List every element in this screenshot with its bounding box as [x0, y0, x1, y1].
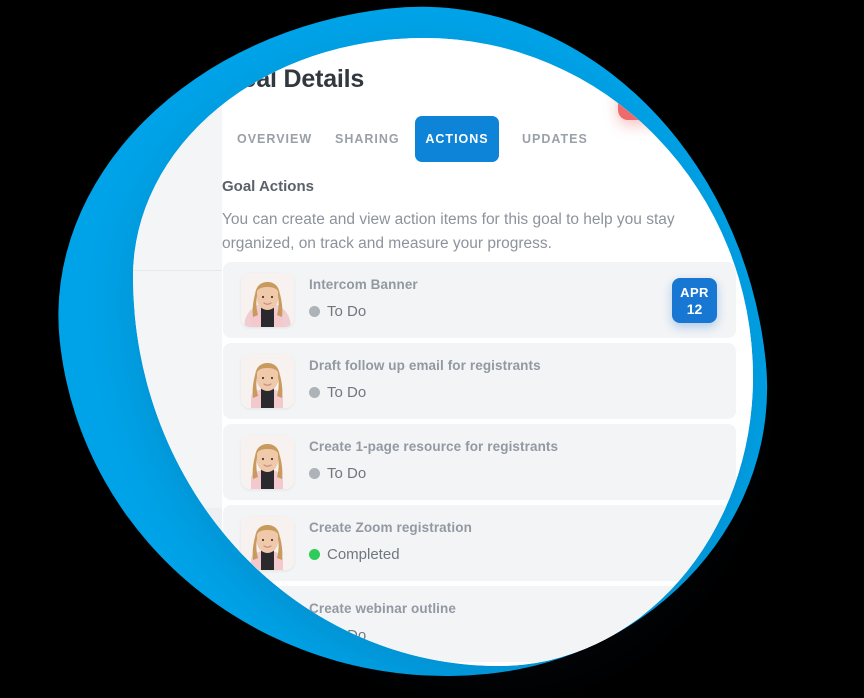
avatar: [241, 435, 294, 489]
due-month: APR: [680, 285, 709, 300]
action-status: To Do: [309, 303, 366, 320]
action-title: Create Zoom registration: [309, 520, 472, 535]
action-row[interactable]: Intercom Banner To Do APR 12: [223, 262, 736, 338]
status-label: To Do: [327, 384, 367, 401]
screenshot-stage: Goal Details OVERVIEW SHARING ACTIONS UP…: [0, 0, 864, 698]
action-title: Create 1-page resource for registrants: [309, 439, 559, 454]
action-row[interactable]: Create 1-page resource for registrants T…: [223, 424, 736, 500]
close-button[interactable]: [618, 73, 665, 120]
avatar: [241, 273, 294, 327]
avatar: [241, 354, 294, 408]
status-dot-todo-icon: [309, 468, 320, 479]
close-icon: [633, 88, 650, 105]
tab-sharing[interactable]: SHARING: [335, 116, 400, 162]
tab-updates[interactable]: UPDATES: [522, 116, 588, 162]
action-row[interactable]: Create webinar outline To Do: [223, 586, 736, 662]
status-dot-todo-icon: [309, 387, 320, 398]
action-status: Completed: [309, 546, 400, 563]
action-title: Draft follow up email for registrants: [309, 358, 541, 373]
page-title: Goal Details: [222, 65, 365, 93]
status-dot-todo-icon: [309, 630, 320, 641]
due-date-badge[interactable]: APR 12: [672, 278, 717, 323]
action-status: To Do: [309, 465, 366, 482]
status-label: To Do: [327, 465, 367, 482]
avatar: [241, 597, 294, 651]
due-day: 12: [686, 301, 703, 317]
action-status: To Do: [309, 384, 366, 401]
goal-details-dialog: Goal Details OVERVIEW SHARING ACTIONS UP…: [222, 38, 753, 666]
status-label: Completed: [327, 546, 400, 563]
avatar: [241, 516, 294, 570]
action-row[interactable]: Draft follow up email for registrants To…: [223, 343, 736, 419]
tab-bar: OVERVIEW SHARING ACTIONS UPDATES: [222, 116, 753, 162]
status-label: To Do: [327, 303, 367, 320]
section-description: You can create and view action items for…: [222, 211, 675, 252]
section-heading: Goal Actions: [222, 178, 314, 195]
goal-details-card-blob: Goal Details OVERVIEW SHARING ACTIONS UP…: [133, 38, 753, 666]
status-dot-completed-icon: [309, 549, 320, 560]
action-title: Create webinar outline: [309, 601, 456, 616]
action-list: Intercom Banner To Do APR 12 Draft follo…: [223, 262, 736, 666]
tab-actions[interactable]: ACTIONS: [415, 116, 499, 162]
action-row[interactable]: Create Zoom registration Completed: [223, 505, 736, 581]
status-label: To Do: [327, 627, 367, 644]
action-status: To Do: [309, 627, 366, 644]
status-dot-todo-icon: [309, 306, 320, 317]
action-title: Intercom Banner: [309, 277, 418, 292]
tab-overview[interactable]: OVERVIEW: [237, 116, 312, 162]
